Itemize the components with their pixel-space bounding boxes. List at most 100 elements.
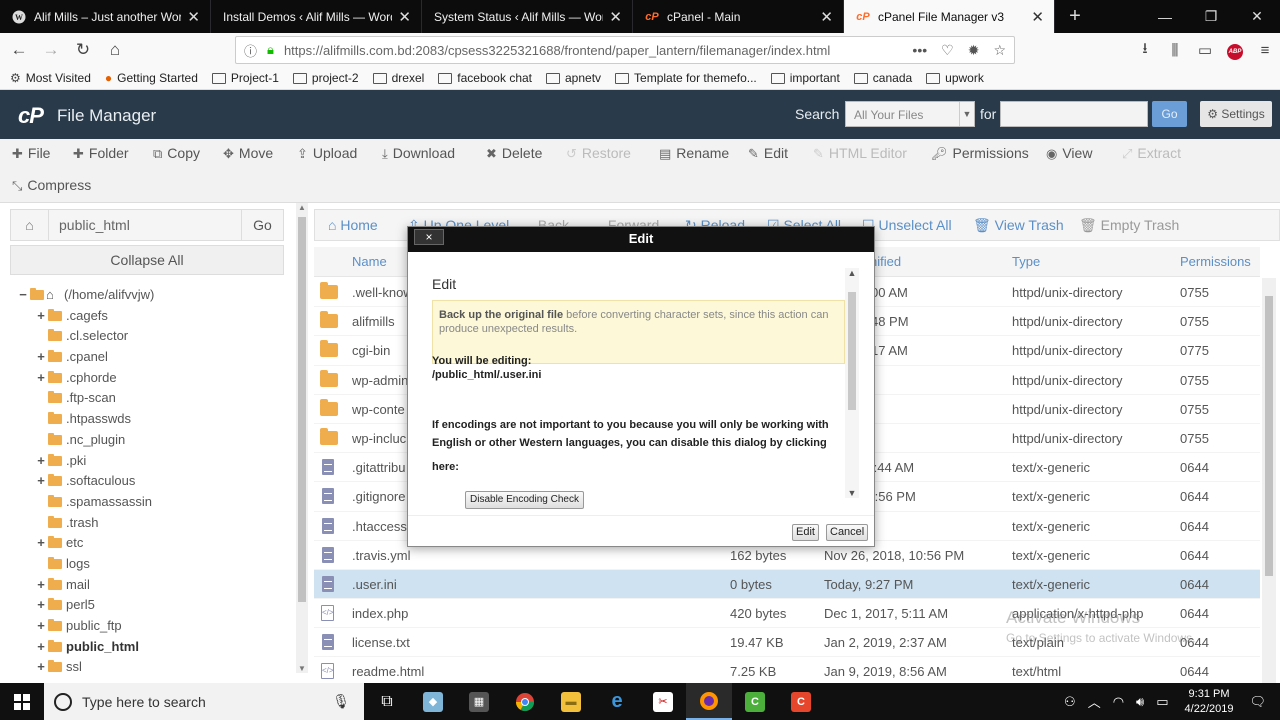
expand-plus-icon[interactable]: + — [36, 575, 46, 596]
app-launcher-icon[interactable]: ◆ — [410, 683, 456, 720]
bookmark-folder[interactable]: apnetv — [546, 71, 601, 85]
path-input[interactable]: public_html — [49, 210, 241, 240]
url-bar[interactable]: ⓘ 🔒︎ https://alifmills.com.bd:2083/cpses… — [235, 36, 1015, 64]
windows-start-button[interactable] — [0, 683, 44, 720]
edit-button[interactable]: ✎ Edit — [748, 139, 788, 167]
tree-item[interactable]: .nc_plugin — [18, 430, 293, 451]
tab-close-icon[interactable]: ✕ — [1031, 8, 1044, 26]
tree-item[interactable]: + .softaculous — [18, 471, 293, 492]
permissions-button[interactable]: 🔑︎ Permissions — [931, 139, 1029, 167]
wifi-icon[interactable]: ◠ — [1113, 694, 1124, 710]
compress-button[interactable]: ⤡ Compress — [12, 171, 91, 199]
cpanel-logo[interactable]: cP — [18, 103, 44, 129]
clock[interactable]: 9:31 PM 4/22/2019 — [1185, 687, 1234, 717]
column-type[interactable]: Type — [1012, 247, 1040, 277]
delete-button[interactable]: ✖ Delete — [486, 139, 542, 167]
expand-plus-icon[interactable]: + — [36, 451, 46, 472]
column-permissions[interactable]: Permissions — [1180, 247, 1251, 277]
bookmark-folder[interactable]: project-2 — [292, 71, 359, 85]
volume-icon[interactable]: 🔊︎ — [1136, 694, 1144, 710]
chrome-icon[interactable] — [502, 683, 548, 720]
snipping-tool-icon[interactable]: ✂ — [640, 683, 686, 720]
bookmark-folder[interactable]: Project-1 — [211, 71, 279, 85]
disable-encoding-check-button[interactable]: Disable Encoding Check — [465, 491, 584, 509]
expand-plus-icon[interactable]: + — [36, 347, 46, 368]
microphone-icon[interactable]: 🎙︎ — [332, 693, 350, 710]
expand-plus-icon[interactable]: + — [36, 471, 46, 492]
expand-plus-icon[interactable]: + — [36, 616, 46, 637]
expand-plus-icon[interactable]: + — [36, 595, 46, 616]
tree-item[interactable]: + etc — [18, 533, 293, 554]
browser-tab-2[interactable]: Install Demos ‹ Alif Mills — WordPress ✕ — [211, 0, 422, 33]
cancel-button[interactable]: Cancel — [826, 524, 869, 541]
tree-item[interactable]: + .cphorde — [18, 368, 293, 389]
calculator-icon[interactable]: ▦ — [456, 683, 502, 720]
scrollbar-thumb[interactable] — [298, 217, 306, 602]
new-tab-plus-icon[interactable]: + — [1055, 0, 1095, 33]
bookmark-folder[interactable]: drexel — [372, 71, 424, 85]
tree-scrollbar[interactable]: ▲ ▼ — [296, 203, 308, 673]
tree-item[interactable]: logs — [18, 554, 293, 575]
view-trash-button[interactable]: 🗑︎ View Trash — [973, 210, 1064, 240]
new-folder-button[interactable]: ✚ Folder — [73, 139, 129, 167]
bookmark-folder[interactable]: canada — [853, 71, 912, 85]
tree-item[interactable]: .htpasswds — [18, 409, 293, 430]
task-view-icon[interactable]: ⧉ — [364, 683, 410, 720]
search-scope-select[interactable]: All Your Files ▼ — [845, 101, 975, 127]
scrollbar-thumb[interactable] — [1265, 296, 1273, 576]
edit-confirm-button[interactable]: Edit — [792, 524, 819, 541]
file-explorer-icon[interactable]: ▬ — [548, 683, 594, 720]
tab-close-icon[interactable]: ✕ — [820, 8, 833, 26]
settings-button[interactable]: ⚙ Settings — [1200, 101, 1272, 127]
extract-button[interactable]: ⤢ Extract — [1122, 139, 1181, 167]
tree-item[interactable]: − ⌂ (/home/alifvvjw) — [18, 285, 293, 306]
pocket-icon[interactable]: ♡ — [941, 42, 954, 59]
file-list-scrollbar[interactable] — [1262, 278, 1276, 683]
adblock-icon[interactable]: ABP — [1220, 40, 1250, 60]
bookmark-folder[interactable]: facebook chat — [438, 71, 532, 85]
home-icon[interactable]: ⌂ — [11, 210, 49, 240]
column-name[interactable]: Name — [352, 247, 387, 277]
tree-item[interactable]: + public_html — [18, 637, 293, 658]
dialog-scrollbar[interactable]: ▲ ▼ — [845, 268, 859, 498]
download-button[interactable]: ⤓ Download — [382, 139, 455, 167]
tree-item[interactable]: .trash — [18, 513, 293, 534]
info-icon[interactable]: ⓘ — [244, 41, 257, 60]
scrollbar-thumb[interactable] — [848, 292, 856, 410]
download-icon[interactable]: ⭳ — [1130, 38, 1160, 63]
expand-plus-icon[interactable]: + — [36, 368, 46, 389]
home-icon[interactable]: ⌂ — [100, 35, 130, 65]
camtasia-red-icon[interactable]: C — [778, 683, 824, 720]
rename-button[interactable]: ▤ Rename — [659, 139, 729, 167]
back-arrow-icon[interactable]: ← — [4, 35, 34, 65]
browser-tab-5[interactable]: cP cPanel File Manager v3 ✕ — [844, 0, 1055, 33]
bookmark-most-visited[interactable]: ⚙ Most Visited — [10, 71, 91, 85]
battery-icon[interactable]: ▭ — [1156, 694, 1168, 710]
tree-item[interactable]: + mail — [18, 575, 293, 596]
bookmark-star-icon[interactable]: ☆ — [993, 42, 1006, 59]
collapse-minus-icon[interactable]: − — [18, 285, 28, 306]
tab-close-icon[interactable]: ✕ — [609, 8, 622, 26]
page-actions-icon[interactable]: ••• — [912, 42, 927, 58]
tree-item[interactable]: .ftp-scan — [18, 388, 293, 409]
tree-item[interactable]: + perl5 — [18, 595, 293, 616]
edge-icon[interactable]: e — [594, 683, 640, 720]
tab-close-icon[interactable]: ✕ — [187, 8, 200, 26]
lock-icon[interactable]: 🔒︎ — [267, 42, 274, 58]
scroll-down-icon[interactable]: ▼ — [296, 664, 308, 673]
forward-arrow-icon[interactable]: → — [36, 35, 66, 65]
empty-trash-button[interactable]: 🗑︎ Empty Trash — [1079, 210, 1179, 240]
browser-tab-4[interactable]: cP cPanel - Main ✕ — [633, 0, 844, 33]
minimize-icon[interactable]: — — [1142, 0, 1188, 33]
expand-plus-icon[interactable]: + — [36, 657, 46, 678]
tree-item[interactable]: + public_ftp — [18, 616, 293, 637]
shield-icon[interactable]: ✹ — [968, 42, 980, 59]
tree-item[interactable]: + ssl — [18, 657, 293, 678]
close-window-icon[interactable]: ✕ — [1234, 0, 1280, 33]
library-icon[interactable]: ⫼ — [1160, 42, 1190, 59]
sidebar-icon[interactable]: ▭ — [1190, 41, 1220, 59]
camtasia-green-icon[interactable]: C — [732, 683, 778, 720]
expand-plus-icon[interactable]: + — [36, 533, 46, 554]
search-input[interactable] — [1000, 101, 1148, 127]
menu-icon[interactable]: ≡ — [1250, 42, 1280, 59]
